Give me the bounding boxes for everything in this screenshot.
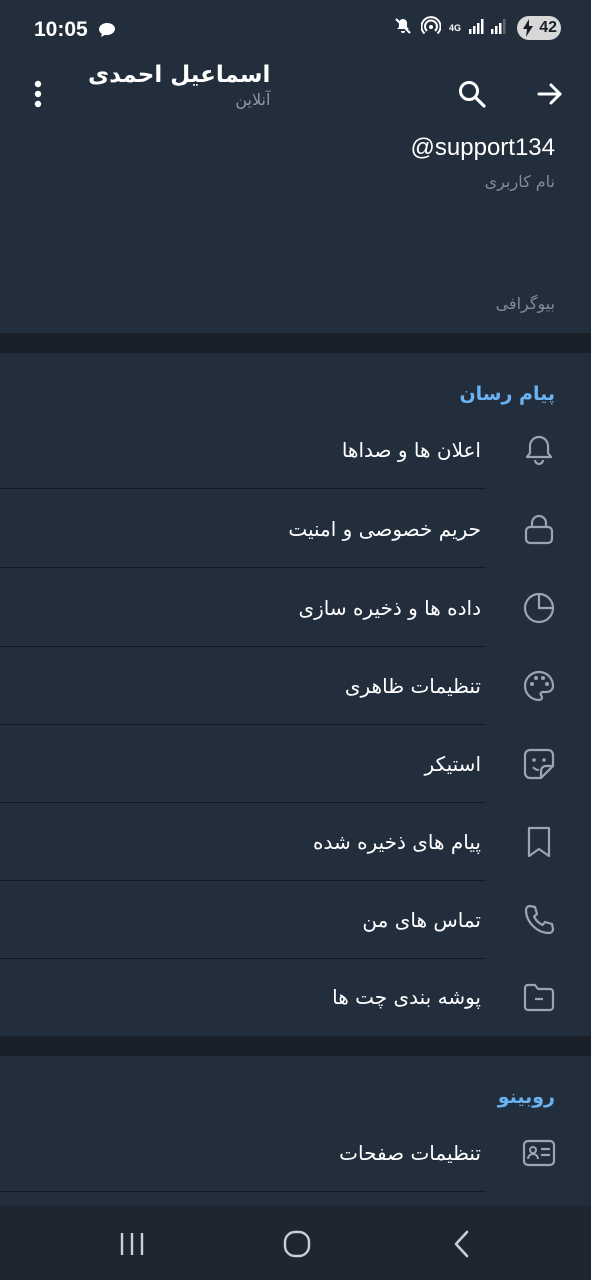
system-nav-bar — [0, 1206, 591, 1280]
divider — [0, 567, 486, 568]
settings-item-label: حریم خصوصی و امنیت — [288, 517, 481, 541]
page-title: اسماعیل احمدی — [88, 62, 271, 88]
settings-item-notifications[interactable]: اعلان ها و صداها — [0, 411, 591, 489]
settings-item-label: تنظیمات ظاهری — [344, 674, 481, 698]
settings-item-label: استیکر — [424, 752, 481, 776]
battery-icon: 42 — [517, 16, 561, 40]
more-vertical-icon[interactable] — [22, 74, 54, 114]
settings-item-label: تماس های من — [362, 908, 481, 932]
settings-item-label: تنظیمات صفحات — [339, 1141, 481, 1165]
palette-icon — [518, 665, 560, 707]
back-icon[interactable] — [440, 1222, 484, 1266]
settings-item-page-settings[interactable]: تنظیمات صفحات — [0, 1114, 591, 1192]
divider — [0, 1191, 486, 1192]
profile-card: @support134 نام کاربری بیوگرافی — [0, 134, 591, 333]
username-value[interactable]: @support134 — [411, 134, 555, 162]
status-bar: 10:05 4G 42 — [0, 0, 591, 60]
network-type: 4G — [448, 22, 461, 33]
divider — [0, 488, 486, 489]
settings-item-privacy[interactable]: حریم خصوصی و امنیت — [0, 490, 591, 568]
app-bar: اسماعیل احمدی آنلاین — [0, 60, 591, 134]
settings-item-label: اعلان ها و صداها — [341, 438, 481, 462]
settings-item-saved-messages[interactable]: پیام های ذخیره شده — [0, 803, 591, 881]
status-time: 10:05 — [34, 18, 88, 41]
settings-item-appearance[interactable]: تنظیمات ظاهری — [0, 647, 591, 725]
folder-icon — [518, 976, 560, 1018]
chat-bubble-icon — [98, 22, 116, 42]
hotspot-icon — [420, 16, 442, 40]
settings-item-label: پیام های ذخیره شده — [313, 830, 481, 854]
home-icon[interactable] — [275, 1222, 319, 1266]
sticker-icon — [518, 743, 560, 785]
bell-icon — [518, 429, 560, 471]
search-icon[interactable] — [452, 74, 492, 114]
settings-item-stickers[interactable]: استیکر — [0, 725, 591, 803]
bookmark-icon — [518, 821, 560, 863]
settings-item-data-storage[interactable]: داده ها و ذخیره سازی — [0, 569, 591, 647]
battery-level: 42 — [539, 19, 557, 36]
arrow-right-icon[interactable] — [530, 74, 570, 114]
section-heading-messenger: پیام رسان — [459, 383, 555, 405]
id-card-icon — [518, 1132, 560, 1174]
signal-icon — [469, 17, 509, 39]
bio-label[interactable]: بیوگرافی — [496, 294, 555, 313]
online-status: آنلاین — [235, 90, 271, 109]
chat-title-block[interactable]: اسماعیل احمدی آنلاین — [88, 62, 270, 109]
rubino-section: روبینو تنظیمات صفحات — [0, 1056, 591, 1206]
lock-icon — [518, 508, 560, 550]
recent-apps-icon[interactable] — [110, 1222, 154, 1266]
mute-icon — [393, 16, 413, 40]
phone-icon — [518, 899, 560, 941]
section-heading-rubino: روبینو — [497, 1086, 555, 1108]
settings-item-chat-folders[interactable]: پوشه بندی چت ها — [0, 958, 591, 1036]
pie-chart-icon — [518, 587, 560, 629]
settings-item-label: پوشه بندی چت ها — [332, 985, 481, 1009]
settings-item-my-calls[interactable]: تماس های من — [0, 881, 591, 959]
username-label: نام کاربری — [484, 172, 555, 191]
settings-item-label: داده ها و ذخیره سازی — [298, 596, 481, 620]
messenger-section: پیام رسان اعلان ها و صداها حریم خصوصی و … — [0, 353, 591, 1036]
status-icons: 4G 42 — [393, 16, 561, 40]
